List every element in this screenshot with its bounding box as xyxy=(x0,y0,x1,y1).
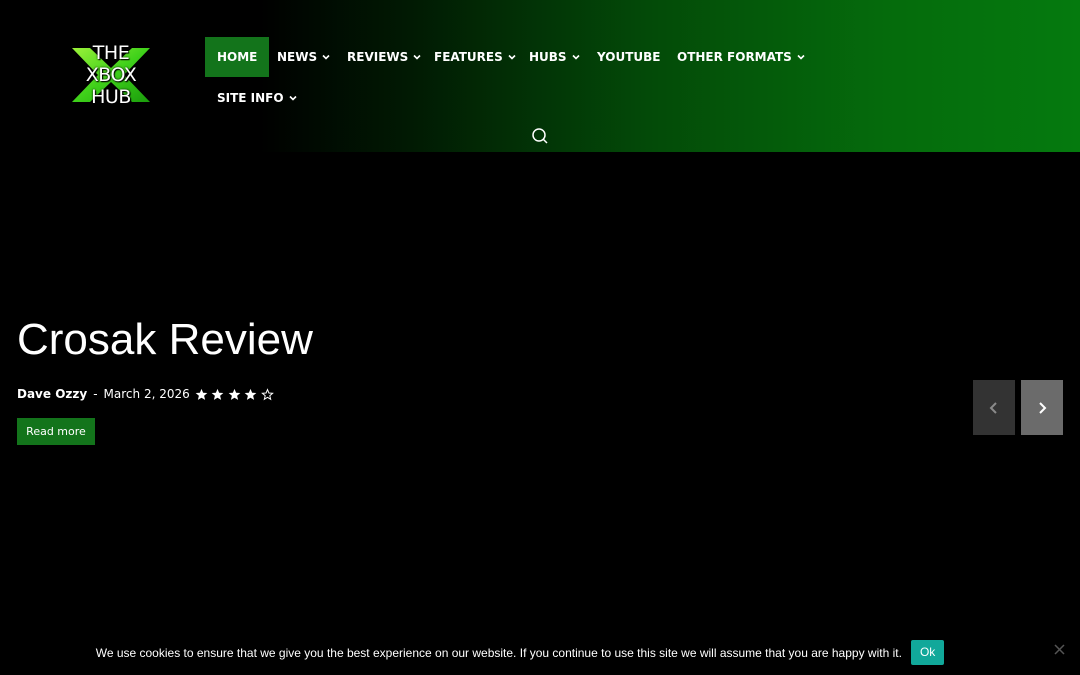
author-name[interactable]: Dave Ozzy xyxy=(17,387,87,401)
nav-item-label: YOUTUBE xyxy=(597,50,661,64)
read-more-button[interactable]: Read more xyxy=(17,418,95,445)
search-icon[interactable] xyxy=(531,127,549,145)
meta-separator: - xyxy=(93,387,98,401)
cookie-notice: We use cookies to ensure that we give yo… xyxy=(0,640,1040,665)
hero-title[interactable]: Crosak Review xyxy=(17,313,313,367)
nav-item-news[interactable]: NEWS xyxy=(277,37,330,77)
nav-item-reviews[interactable]: REVIEWS xyxy=(347,37,421,77)
star-filled-icon xyxy=(228,388,241,400)
nav-item-features[interactable]: FEATURES xyxy=(434,37,516,77)
close-icon[interactable] xyxy=(1053,643,1066,656)
post-meta: Dave Ozzy - March 2, 2026 xyxy=(17,384,277,404)
chevron-down-icon xyxy=(413,54,421,60)
chevron-left-icon xyxy=(989,401,997,414)
site-header: THE XBOX HUB HOME NEWS REVIEWS FEATURES … xyxy=(0,0,1080,152)
cookie-message: We use cookies to ensure that we give yo… xyxy=(95,645,902,660)
chevron-down-icon xyxy=(797,54,805,60)
slider-next-button[interactable] xyxy=(1021,380,1063,435)
chevron-down-icon xyxy=(322,54,330,60)
nav-item-label: REVIEWS xyxy=(347,50,409,64)
nav-item-label: NEWS xyxy=(277,50,318,64)
nav-item-youtube[interactable]: YOUTUBE xyxy=(597,37,660,77)
cookie-ok-button[interactable]: Ok xyxy=(910,640,945,665)
chevron-down-icon xyxy=(508,54,516,60)
nav-item-hubs[interactable]: HUBS xyxy=(529,37,580,77)
nav-item-site-info[interactable]: SITE INFO xyxy=(217,78,297,118)
nav-item-label: FEATURES xyxy=(434,50,503,64)
chevron-down-icon xyxy=(289,95,297,101)
star-filled-icon xyxy=(195,388,208,400)
logo-text-line: THE xyxy=(92,42,130,64)
chevron-down-icon xyxy=(572,54,580,60)
star-outline-icon xyxy=(260,387,274,400)
logo-text-line: XBOX xyxy=(85,64,137,86)
slider-prev-button[interactable] xyxy=(973,380,1015,435)
nav-item-label: OTHER FORMATS xyxy=(677,50,792,64)
star-filled-icon xyxy=(211,388,224,400)
star-filled-icon xyxy=(244,388,257,400)
site-logo[interactable]: THE XBOX HUB xyxy=(68,42,154,108)
star-rating xyxy=(195,387,278,401)
post-date: March 2, 2026 xyxy=(103,387,190,401)
nav-item-home[interactable]: HOME xyxy=(205,37,270,77)
nav-item-label: HOME xyxy=(217,50,258,64)
nav-item-label: HUBS xyxy=(529,50,567,64)
chevron-right-icon xyxy=(1039,401,1047,414)
nav-item-other-formats[interactable]: OTHER FORMATS xyxy=(677,37,805,77)
nav-item-label: SITE INFO xyxy=(217,91,284,105)
logo-text-line: HUB xyxy=(91,86,131,108)
